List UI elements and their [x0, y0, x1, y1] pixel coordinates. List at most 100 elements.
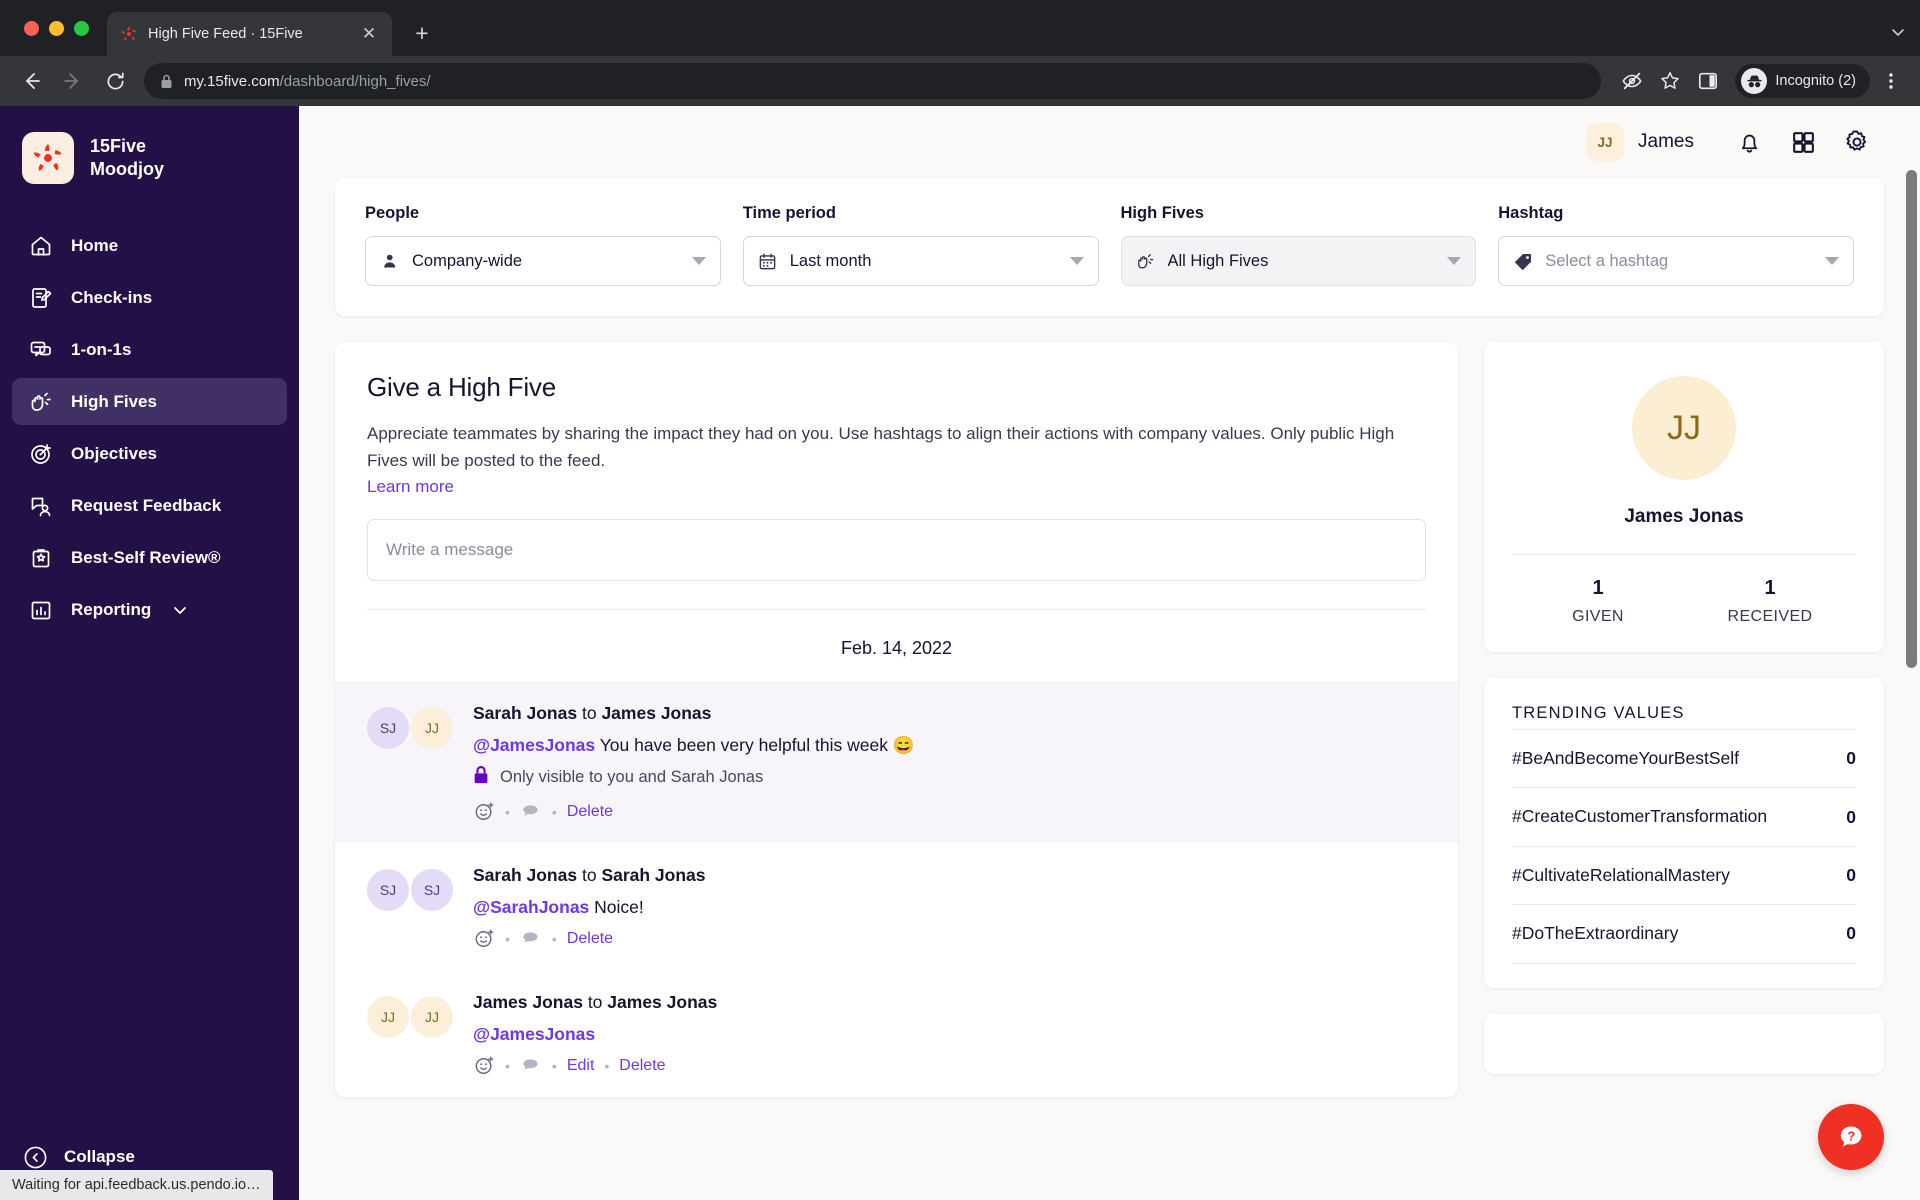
- filter-value-time-period: Last month: [789, 251, 872, 270]
- add-reaction-icon[interactable]: [473, 801, 495, 823]
- sidebar-collapse-button[interactable]: Collapse: [0, 1144, 299, 1170]
- trending-value-row[interactable]: #DoTheExtraordinary 0: [1512, 904, 1856, 962]
- sidebar-item-label: Reporting: [71, 599, 152, 619]
- chat-icon: [28, 337, 54, 363]
- post-mention[interactable]: @JamesJonas: [473, 735, 595, 755]
- filter-select-time-period[interactable]: Last month: [742, 236, 1099, 286]
- post-message-text: Noice!: [594, 896, 644, 917]
- sidebar-item-high-fives[interactable]: High Fives: [12, 378, 287, 425]
- filter-select-high-fives[interactable]: All High Fives: [1120, 236, 1477, 286]
- checkins-icon: [28, 285, 54, 311]
- tab-list-chevron-icon[interactable]: [1890, 24, 1906, 44]
- current-user-chip[interactable]: JJ James: [1586, 123, 1694, 161]
- sidebar-item-objectives[interactable]: Objectives: [12, 430, 287, 477]
- post-author[interactable]: James Jonas: [473, 992, 583, 1012]
- comment-icon[interactable]: [520, 1055, 542, 1077]
- post-mention[interactable]: @JamesJonas: [473, 1024, 595, 1044]
- learn-more-link[interactable]: Learn more: [367, 477, 454, 497]
- minimize-window-button[interactable]: [49, 20, 64, 36]
- back-button[interactable]: [12, 62, 50, 100]
- trending-value-row[interactable]: #CultivateRelationalMastery 0: [1512, 845, 1856, 904]
- reload-button[interactable]: [96, 62, 134, 100]
- post-header: Sarah Jonas to James Jonas: [473, 703, 1426, 724]
- post-author[interactable]: Sarah Jonas: [473, 703, 577, 723]
- sidebar-item-1-on-1s[interactable]: 1-on-1s: [12, 326, 287, 373]
- post-recipient[interactable]: Sarah Jonas: [601, 865, 705, 885]
- maximize-window-button[interactable]: [74, 20, 89, 36]
- page-scrollbar[interactable]: [1906, 170, 1917, 668]
- forward-button[interactable]: [54, 62, 92, 100]
- sidebar-item-reporting[interactable]: Reporting: [12, 586, 287, 633]
- comment-icon[interactable]: [520, 801, 542, 823]
- divider: [1512, 962, 1856, 964]
- bell-icon[interactable]: [1722, 115, 1776, 169]
- brand-block[interactable]: 15Five Moodjoy: [0, 106, 299, 184]
- apps-grid-icon[interactable]: [1776, 115, 1830, 169]
- message-input[interactable]: Write a message: [367, 518, 1426, 581]
- tab-close-icon[interactable]: ✕: [358, 23, 380, 45]
- gear-icon[interactable]: [1830, 115, 1884, 169]
- help-question-icon[interactable]: ?: [1818, 1104, 1884, 1170]
- tab-title: High Five Feed · 15Five: [148, 26, 303, 42]
- trending-value-count: 0: [1846, 864, 1856, 885]
- browser-menu-icon[interactable]: [1874, 64, 1908, 98]
- top-bar: JJ James: [299, 106, 1920, 178]
- home-icon: [28, 233, 54, 259]
- post-recipient[interactable]: James Jonas: [601, 703, 711, 723]
- chevron-down-icon: [1447, 257, 1462, 265]
- filter-select-people[interactable]: Company-wide: [365, 236, 721, 286]
- sidebar-item-home[interactable]: Home: [12, 222, 287, 269]
- tag-icon: [1513, 251, 1533, 271]
- sidebar-item-best-self-review[interactable]: Best-Self Review®: [12, 534, 287, 581]
- browser-status-text: Waiting for api.feedback.us.pendo.io…: [0, 1170, 273, 1200]
- post-to-word: to: [581, 702, 597, 723]
- browser-tab[interactable]: High Five Feed · 15Five ✕: [107, 12, 392, 56]
- post-mention[interactable]: @SarahJonas: [473, 897, 589, 917]
- post-action-edit[interactable]: Edit: [567, 1057, 595, 1075]
- close-window-button[interactable]: [24, 20, 39, 36]
- comment-icon[interactable]: [520, 928, 542, 950]
- stat-given-value: 1: [1592, 577, 1604, 599]
- app-root: 15Five Moodjoy Home Check-ins 1-on-1s High …: [0, 106, 1920, 1200]
- trending-value-count: 0: [1846, 806, 1856, 827]
- sidebar-collapse-label: Collapse: [64, 1147, 135, 1166]
- action-separator: •: [551, 1057, 557, 1074]
- bookmark-star-icon[interactable]: [1653, 64, 1687, 98]
- add-reaction-icon[interactable]: [473, 928, 495, 950]
- sidebar-item-request-feedback[interactable]: Request Feedback: [12, 482, 287, 529]
- address-bar[interactable]: my.15five.com/dashboard/high_fives/: [144, 63, 1602, 99]
- lock-icon: [158, 73, 174, 89]
- side-panel-icon[interactable]: [1691, 64, 1725, 98]
- user-name-label: James: [1638, 131, 1694, 152]
- browser-window: High Five Feed · 15Five ✕ + my.15five.co…: [0, 0, 1920, 1200]
- filter-label-people: People: [365, 204, 420, 222]
- highfive-icon: [1136, 251, 1156, 271]
- additional-card: [1484, 1013, 1884, 1074]
- post-action-delete[interactable]: Delete: [619, 1057, 665, 1075]
- incognito-profile-button[interactable]: Incognito (2): [1735, 64, 1870, 98]
- post-action-delete[interactable]: Delete: [567, 930, 613, 948]
- sidebar-item-label: Home: [71, 235, 119, 255]
- highfive-icon: [28, 389, 54, 415]
- avatar: SJ: [367, 706, 409, 749]
- stat-received: 1 RECEIVED: [1684, 577, 1856, 626]
- stat-given-label: GIVEN: [1572, 608, 1624, 625]
- action-separator: •: [551, 803, 557, 820]
- 15five-favicon: [119, 25, 138, 44]
- post-actions: • • Edit • Delete: [473, 1055, 1426, 1077]
- give-description: Appreciate teammates by sharing the impa…: [367, 424, 1395, 470]
- sidebar-item-check-ins[interactable]: Check-ins: [12, 274, 287, 321]
- post-action-delete[interactable]: Delete: [567, 803, 613, 821]
- post-recipient[interactable]: James Jonas: [607, 992, 717, 1012]
- post-actions: • • Delete: [473, 928, 1426, 950]
- post-author[interactable]: Sarah Jonas: [473, 865, 577, 885]
- filter-select-hashtag[interactable]: Select a hashtag: [1498, 236, 1854, 286]
- add-reaction-icon[interactable]: [473, 1055, 495, 1077]
- calendar-icon: [758, 251, 778, 271]
- trending-value-row[interactable]: #BeAndBecomeYourBestSelf 0: [1512, 729, 1856, 787]
- post-body: James Jonas to James Jonas @JamesJonas • •…: [473, 992, 1426, 1077]
- new-tab-button[interactable]: +: [402, 13, 442, 53]
- trending-value-row[interactable]: #CreateCustomerTransformation 0: [1512, 787, 1856, 845]
- target-icon: [28, 441, 54, 467]
- tracking-protection-icon[interactable]: [1615, 64, 1649, 98]
